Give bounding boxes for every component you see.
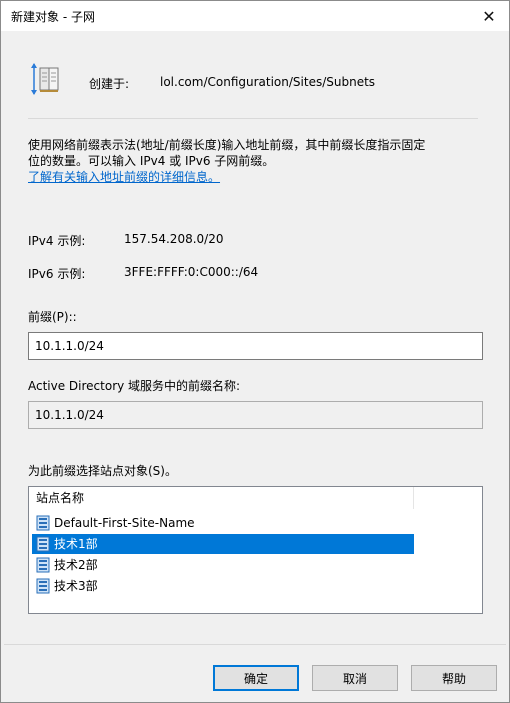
site-list-item[interactable]: Default-First-Site-Name [32,513,414,533]
help-button[interactable]: 帮助 [411,665,497,691]
created-in-path: lol.com/Configuration/Sites/Subnets [160,75,376,89]
title-bar: 新建对象 - 子网 ✕ [1,1,509,31]
site-select-label: 为此前缀选择站点对象(S)。 [28,464,177,478]
site-object-icon [36,557,50,573]
ipv6-example-value: 3FFE:FFFF:0:C000::/64 [124,265,259,279]
header-divider [28,118,478,119]
ok-button[interactable]: 确定 [213,665,299,691]
learn-more-link[interactable]: 了解有关输入地址前缀的详细信息。 [28,169,468,185]
site-list-item[interactable]: 技术2部 [32,555,414,575]
ipv4-example-value: 157.54.208.0/20 [124,232,224,246]
dialog-window: 新建对象 - 子网 ✕ 创建于: lol.com/Configuration/S… [0,0,510,703]
created-in-label: 创建于: [89,77,130,91]
close-button[interactable]: ✕ [469,1,509,31]
site-list-item[interactable]: 技术1部 [32,534,414,554]
footer-divider [4,644,506,645]
description-line-1: 使用网络前缀表示法(地址/前缀长度)输入地址前缀，其中前缀长度指示固定 [28,138,426,152]
description-line-2: 位的数量。可以输入 IPv4 或 IPv6 子网前缀。 [28,154,275,168]
ipv6-example-label: IPv6 示例: [28,267,86,281]
prefix-label: 前缀(P):: [28,310,77,324]
site-object-icon [36,578,50,594]
site-list-item-label: 技术1部 [54,537,98,551]
prefix-description: 使用网络前缀表示法(地址/前缀长度)输入地址前缀，其中前缀长度指示固定 位的数量… [28,137,468,185]
site-object-icon [36,536,50,552]
window-title: 新建对象 - 子网 [11,10,95,24]
site-list-item-label: 技术2部 [54,558,98,572]
site-list-item-label: 技术3部 [54,579,98,593]
site-listbox[interactable]: 站点名称 Default-First-Site-Name 技术1部技术2部技术3部 [28,486,483,614]
site-object-icon [36,515,50,531]
site-list-item[interactable]: 技术3部 [32,576,414,596]
ipv4-example-label: IPv4 示例: [28,234,86,248]
site-name-column-header[interactable]: 站点名称 [29,487,414,509]
close-icon: ✕ [482,6,496,26]
site-list-item-label: Default-First-Site-Name [54,516,195,530]
subnet-book-icon [31,62,61,96]
prefix-input[interactable] [28,332,483,360]
ad-prefix-name-label: Active Directory 域服务中的前缀名称: [28,379,241,393]
ad-prefix-name-field: 10.1.1.0/24 [28,401,483,429]
cancel-button[interactable]: 取消 [312,665,398,691]
